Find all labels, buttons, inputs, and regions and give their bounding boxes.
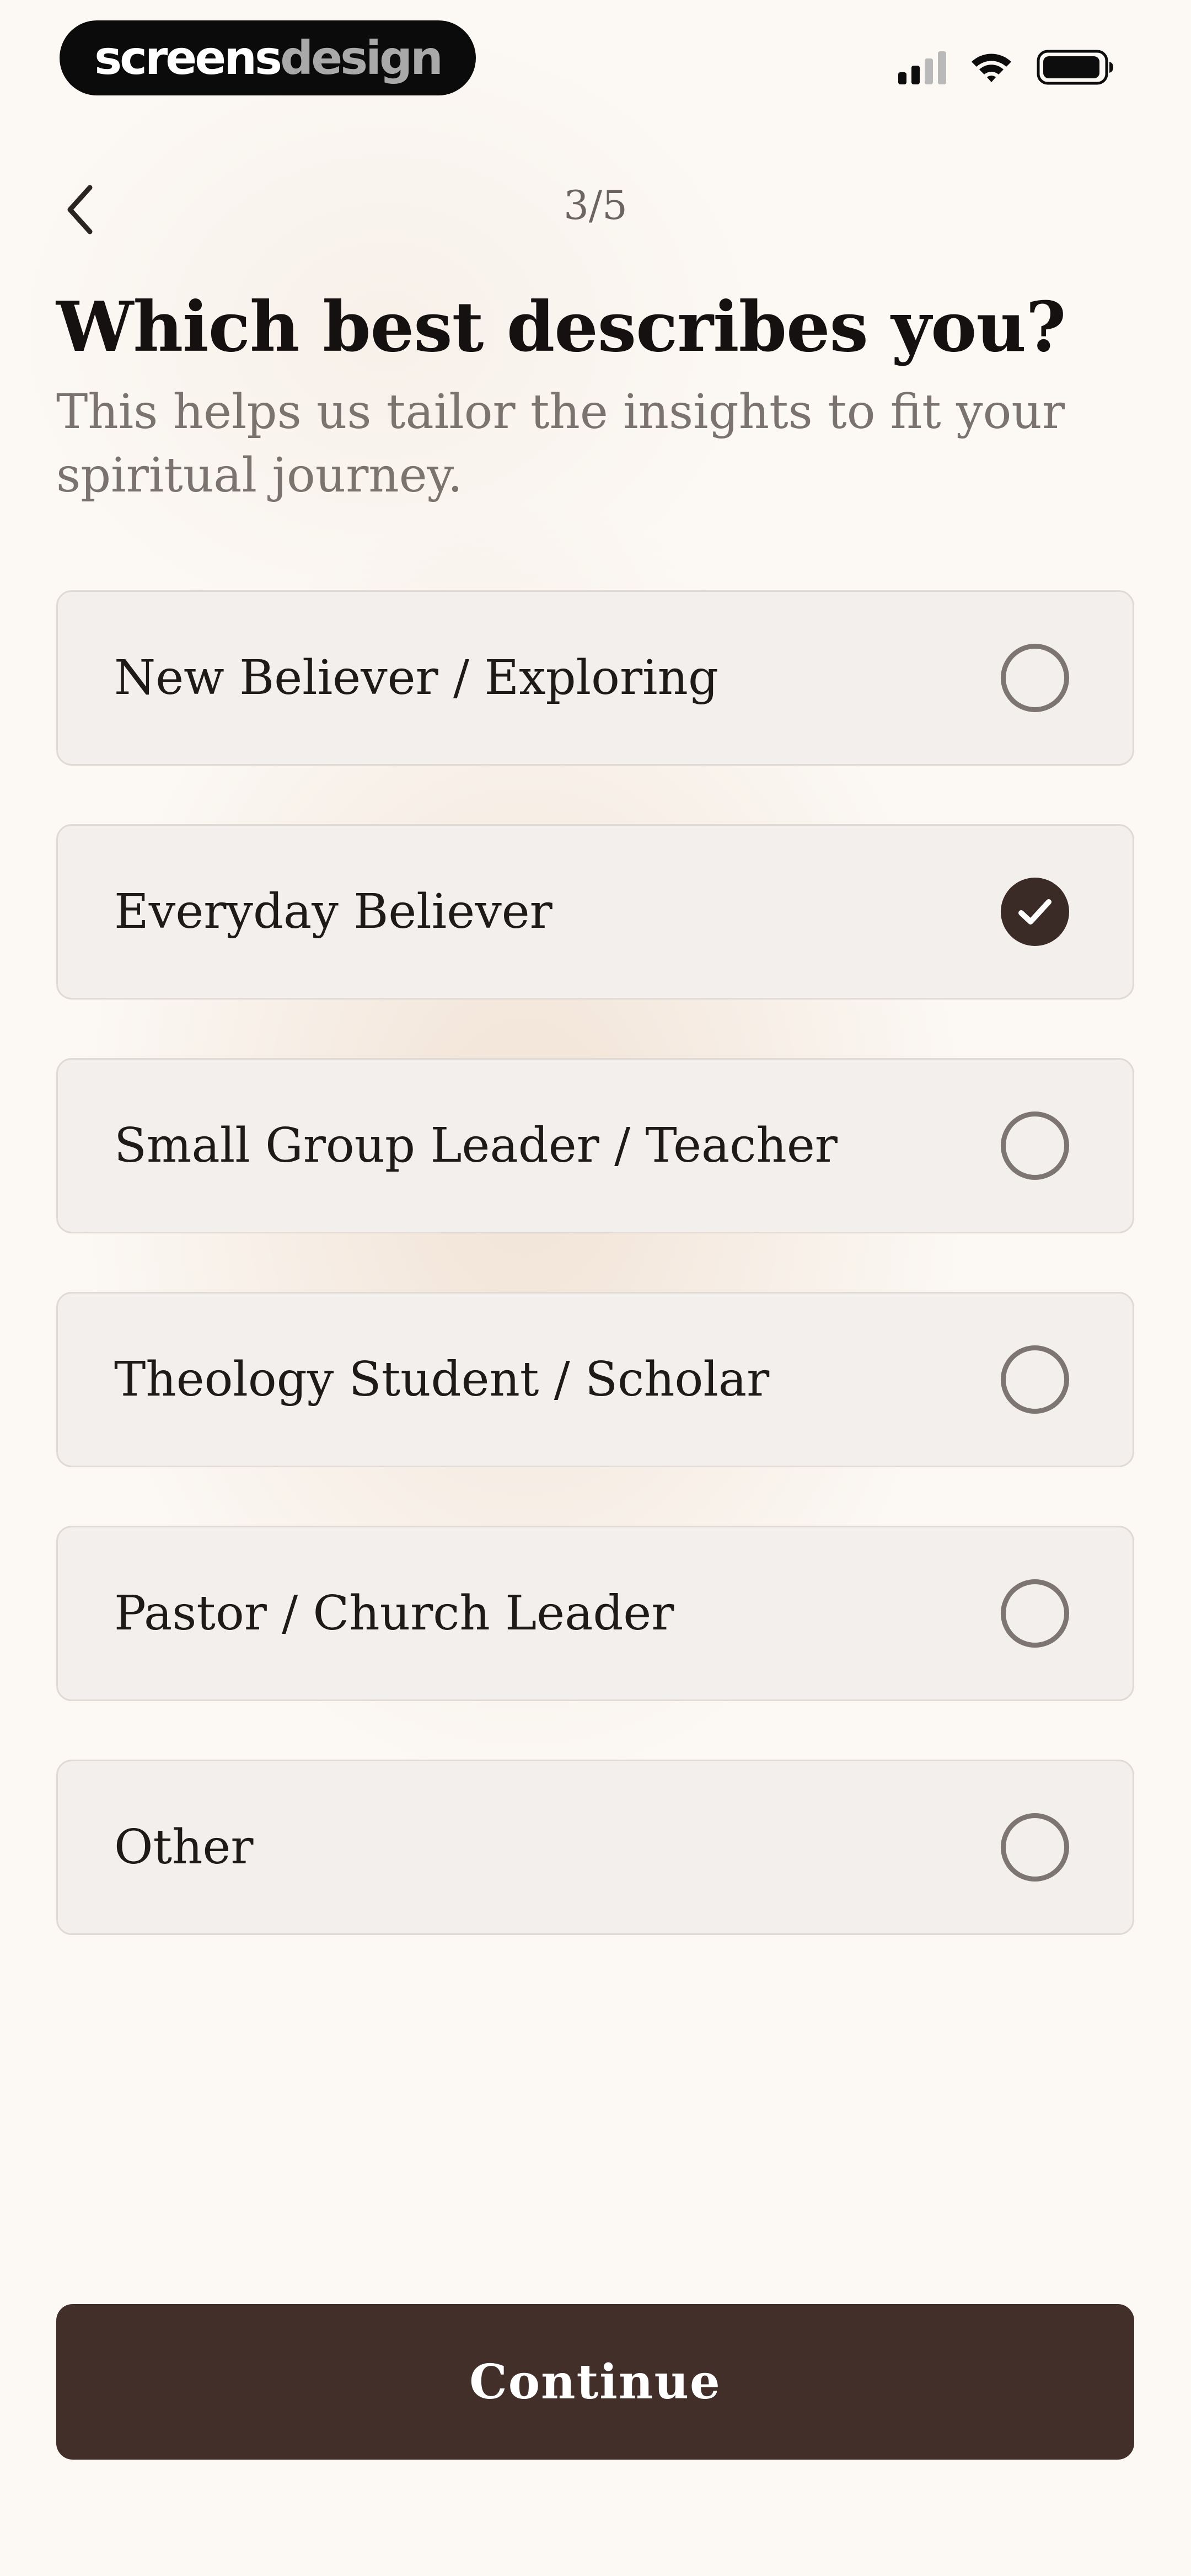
page-title: Which best describes you?	[56, 287, 1066, 367]
option-small-group-leader[interactable]: Small Group Leader / Teacher	[56, 1058, 1134, 1233]
option-label: Small Group Leader / Teacher	[114, 1118, 838, 1173]
checkmark-icon	[1018, 899, 1051, 924]
option-everyday-believer[interactable]: Everyday Believer	[56, 824, 1134, 1000]
radio-checked-icon[interactable]	[1001, 878, 1069, 946]
option-theology-student[interactable]: Theology Student / Scholar	[56, 1292, 1134, 1467]
continue-button[interactable]: Continue	[56, 2304, 1134, 2460]
option-new-believer[interactable]: New Believer / Exploring	[56, 590, 1134, 766]
brand-logo: screens design	[60, 20, 476, 95]
option-label: New Believer / Exploring	[114, 650, 718, 706]
step-indicator: 3/5	[564, 182, 627, 228]
option-label: Theology Student / Scholar	[114, 1352, 770, 1407]
onboarding-screen: screens design 3/5 Which best describes y…	[0, 0, 1191, 2576]
option-list: New Believer / Exploring Everyday Believ…	[56, 590, 1134, 1994]
status-icons	[898, 45, 1114, 89]
option-pastor[interactable]: Pastor / Church Leader	[56, 1526, 1134, 1701]
radio-unchecked-icon[interactable]	[1001, 1579, 1069, 1648]
radio-unchecked-icon[interactable]	[1001, 1111, 1069, 1180]
option-label: Other	[114, 1820, 254, 1875]
option-other[interactable]: Other	[56, 1760, 1134, 1935]
signal-icon	[898, 50, 946, 84]
battery-icon	[1037, 50, 1113, 85]
brand-text-design: design	[280, 31, 443, 85]
option-label: Everyday Believer	[114, 884, 552, 939]
radio-unchecked-icon[interactable]	[1001, 1813, 1069, 1882]
wifi-icon	[972, 54, 1011, 82]
brand-text-screens: screens	[94, 31, 282, 85]
page-subtitle: This helps us tailor the insights to fit…	[56, 384, 1065, 503]
radio-unchecked-icon[interactable]	[1001, 644, 1069, 712]
radio-unchecked-icon[interactable]	[1001, 1345, 1069, 1414]
option-label: Pastor / Church Leader	[114, 1586, 674, 1641]
